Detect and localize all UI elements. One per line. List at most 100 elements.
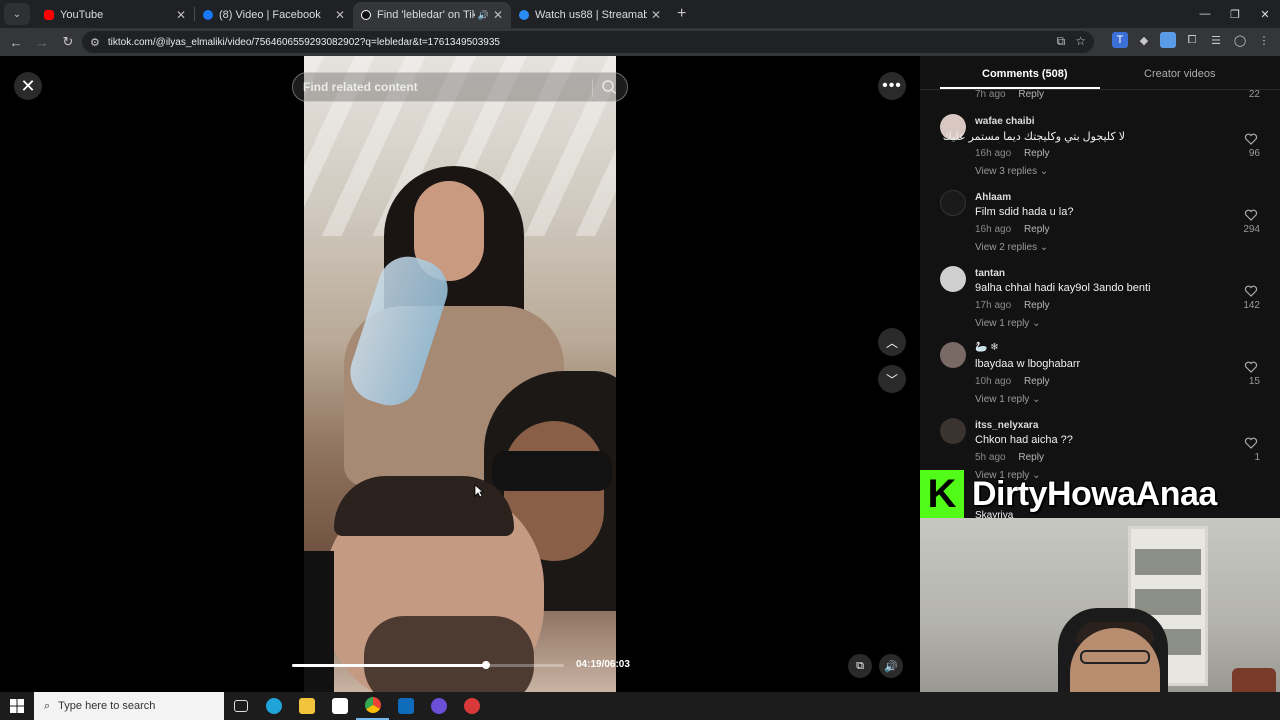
heart-icon[interactable] — [1244, 360, 1258, 374]
heart-icon[interactable] — [1244, 284, 1258, 298]
address-bar[interactable]: ⚙ tiktok.com/@ilyas_elmaliki/video/75646… — [82, 31, 1094, 53]
reply-button[interactable]: Reply — [1024, 148, 1050, 159]
speaker-icon[interactable]: 🔊 — [478, 10, 489, 21]
streamable-icon — [519, 10, 529, 20]
taskbar-search-box[interactable]: ⌕ Type here to search — [34, 692, 224, 720]
avatar[interactable] — [940, 190, 966, 216]
outlook-icon[interactable] — [389, 692, 422, 720]
edge-icon[interactable] — [257, 692, 290, 720]
comment-meta: 10h ago Reply — [975, 376, 1050, 387]
tab-title: (8) Video | Facebook — [219, 9, 321, 21]
close-window-icon[interactable]: ✕ — [1250, 0, 1280, 28]
back-icon[interactable]: ← — [4, 30, 28, 54]
tab-facebook[interactable]: (8) Video | Facebook ✕ — [195, 2, 353, 28]
video-progress-bar[interactable] — [292, 661, 564, 669]
reply-button[interactable]: Reply — [1018, 90, 1044, 100]
avatar[interactable] — [940, 266, 966, 292]
close-icon[interactable]: ✕ — [176, 8, 186, 22]
reply-button[interactable]: Reply — [1018, 452, 1044, 463]
avatar[interactable] — [940, 342, 966, 368]
forward-icon[interactable]: → — [30, 30, 54, 54]
close-video-button[interactable]: ✕ — [14, 72, 42, 100]
chrome-icon[interactable] — [356, 692, 389, 720]
shelf-row — [1135, 549, 1201, 575]
tab-streamable[interactable]: Watch us88 | Streamable ✕ — [511, 2, 669, 28]
streamer-name: DirtyHowaAnaa — [972, 474, 1217, 513]
purple-app-icon[interactable] — [422, 692, 455, 720]
new-tab-button[interactable]: + — [677, 5, 686, 23]
reply-button[interactable]: Reply — [1024, 224, 1050, 235]
reply-button[interactable]: Reply — [1024, 376, 1050, 387]
next-video-button[interactable]: ﹀ — [878, 365, 906, 393]
minimize-icon[interactable]: — — [1190, 0, 1220, 28]
tab-tiktok[interactable]: Find 'lebledar' on TikTok | T 🔊 ✕ — [353, 2, 511, 28]
blue-extension-icon[interactable] — [1160, 32, 1176, 48]
chevron-down-icon: ⌄ — [1039, 166, 1049, 177]
tab-title: Watch us88 | Streamable — [535, 9, 647, 21]
tab-search-button[interactable]: ⌄ — [4, 3, 30, 25]
comment-meta: 16h ago Reply — [975, 224, 1050, 235]
comment-username[interactable]: itss_nelyxara — [975, 420, 1038, 431]
reload-icon[interactable]: ↻ — [56, 30, 80, 54]
diamond-extension-icon[interactable]: ◆ — [1136, 32, 1152, 48]
reading-list-icon[interactable]: ☰ — [1208, 32, 1224, 48]
windows-start-button[interactable] — [0, 692, 34, 720]
translate-extension-icon[interactable]: T — [1112, 32, 1128, 48]
close-icon[interactable]: ✕ — [651, 8, 661, 22]
pip-button[interactable]: ⧉ — [848, 654, 872, 678]
heart-icon[interactable] — [1244, 436, 1258, 450]
view-replies-button[interactable]: View 3 replies ⌄ — [975, 166, 1048, 177]
file-explorer-icon[interactable] — [290, 692, 323, 720]
windows-logo-icon — [10, 699, 24, 713]
browser-tabbar: ⌄ YouTube ✕ (8) Video | Facebook ✕ Find … — [0, 0, 1280, 28]
view-replies-button[interactable]: View 2 replies ⌄ — [975, 242, 1048, 253]
kebab-menu-icon[interactable]: ⋮ — [1256, 32, 1272, 48]
comment-text: 9alha chhal hadi kay9ol 3ando benti — [975, 282, 1151, 294]
profile-avatar-icon[interactable]: ◯ — [1232, 32, 1248, 48]
view-replies-label: View 1 reply — [975, 394, 1030, 405]
reply-button[interactable]: Reply — [1024, 300, 1050, 311]
close-icon[interactable]: ✕ — [493, 8, 503, 22]
search-icon[interactable] — [601, 79, 617, 95]
chevron-down-icon: ⌄ — [1032, 318, 1041, 329]
like-count: 1 — [1254, 452, 1260, 463]
webcam-feed: x44 — [920, 518, 1280, 692]
related-search-bar[interactable] — [292, 72, 628, 102]
red-app-icon[interactable] — [455, 692, 488, 720]
progress-knob[interactable] — [481, 661, 490, 669]
store-icon[interactable] — [323, 692, 356, 720]
site-info-icon[interactable]: ⚙ — [90, 36, 100, 49]
volume-button[interactable]: 🔊 — [879, 654, 903, 678]
search-icon: ⌕ — [44, 699, 51, 712]
url-text[interactable]: tiktok.com/@ilyas_elmaliki/video/7564606… — [108, 37, 500, 48]
previous-video-button[interactable]: ︿ — [878, 328, 906, 356]
more-options-button[interactable]: ••• — [878, 72, 906, 100]
avatar[interactable] — [940, 418, 966, 444]
tab-title: Find 'lebledar' on TikTok | T — [377, 9, 475, 21]
video-frame[interactable] — [304, 56, 616, 692]
related-search-input[interactable] — [303, 80, 583, 94]
close-icon[interactable]: ✕ — [335, 8, 345, 22]
view-replies-button[interactable]: View 1 reply ⌄ — [975, 394, 1040, 405]
heart-icon[interactable] — [1244, 208, 1258, 222]
webcam-sticker — [1232, 668, 1276, 692]
view-replies-button[interactable]: View 1 reply ⌄ — [975, 318, 1040, 329]
heart-icon[interactable] — [1244, 132, 1258, 146]
bookmark-star-icon[interactable]: ☆ — [1075, 34, 1086, 49]
puzzle-extensions-icon[interactable]: ⧠ — [1184, 32, 1200, 48]
tab-youtube[interactable]: YouTube ✕ — [36, 2, 194, 28]
comment-username[interactable]: Ahlaam — [975, 192, 1011, 203]
view-replies-label: View 3 replies — [975, 166, 1038, 177]
tab-comments[interactable]: Comments (508) — [982, 68, 1068, 80]
install-app-icon[interactable]: ⧉ — [1057, 34, 1066, 49]
comment-username[interactable]: tantan — [975, 268, 1005, 279]
restore-icon[interactable]: ❐ — [1220, 0, 1250, 28]
task-view-icon[interactable] — [224, 692, 257, 720]
comment-meta: 7h ago Reply — [975, 90, 1044, 100]
comment-time: 16h ago — [975, 224, 1012, 235]
comment-username[interactable]: wafae chaibi — [975, 116, 1034, 127]
tab-title: YouTube — [60, 9, 104, 21]
comment-text: Film sdid hada u la? — [975, 206, 1074, 218]
comment-username[interactable]: 🦢 ❄ — [975, 342, 999, 353]
tab-creator-videos[interactable]: Creator videos — [1144, 68, 1216, 80]
